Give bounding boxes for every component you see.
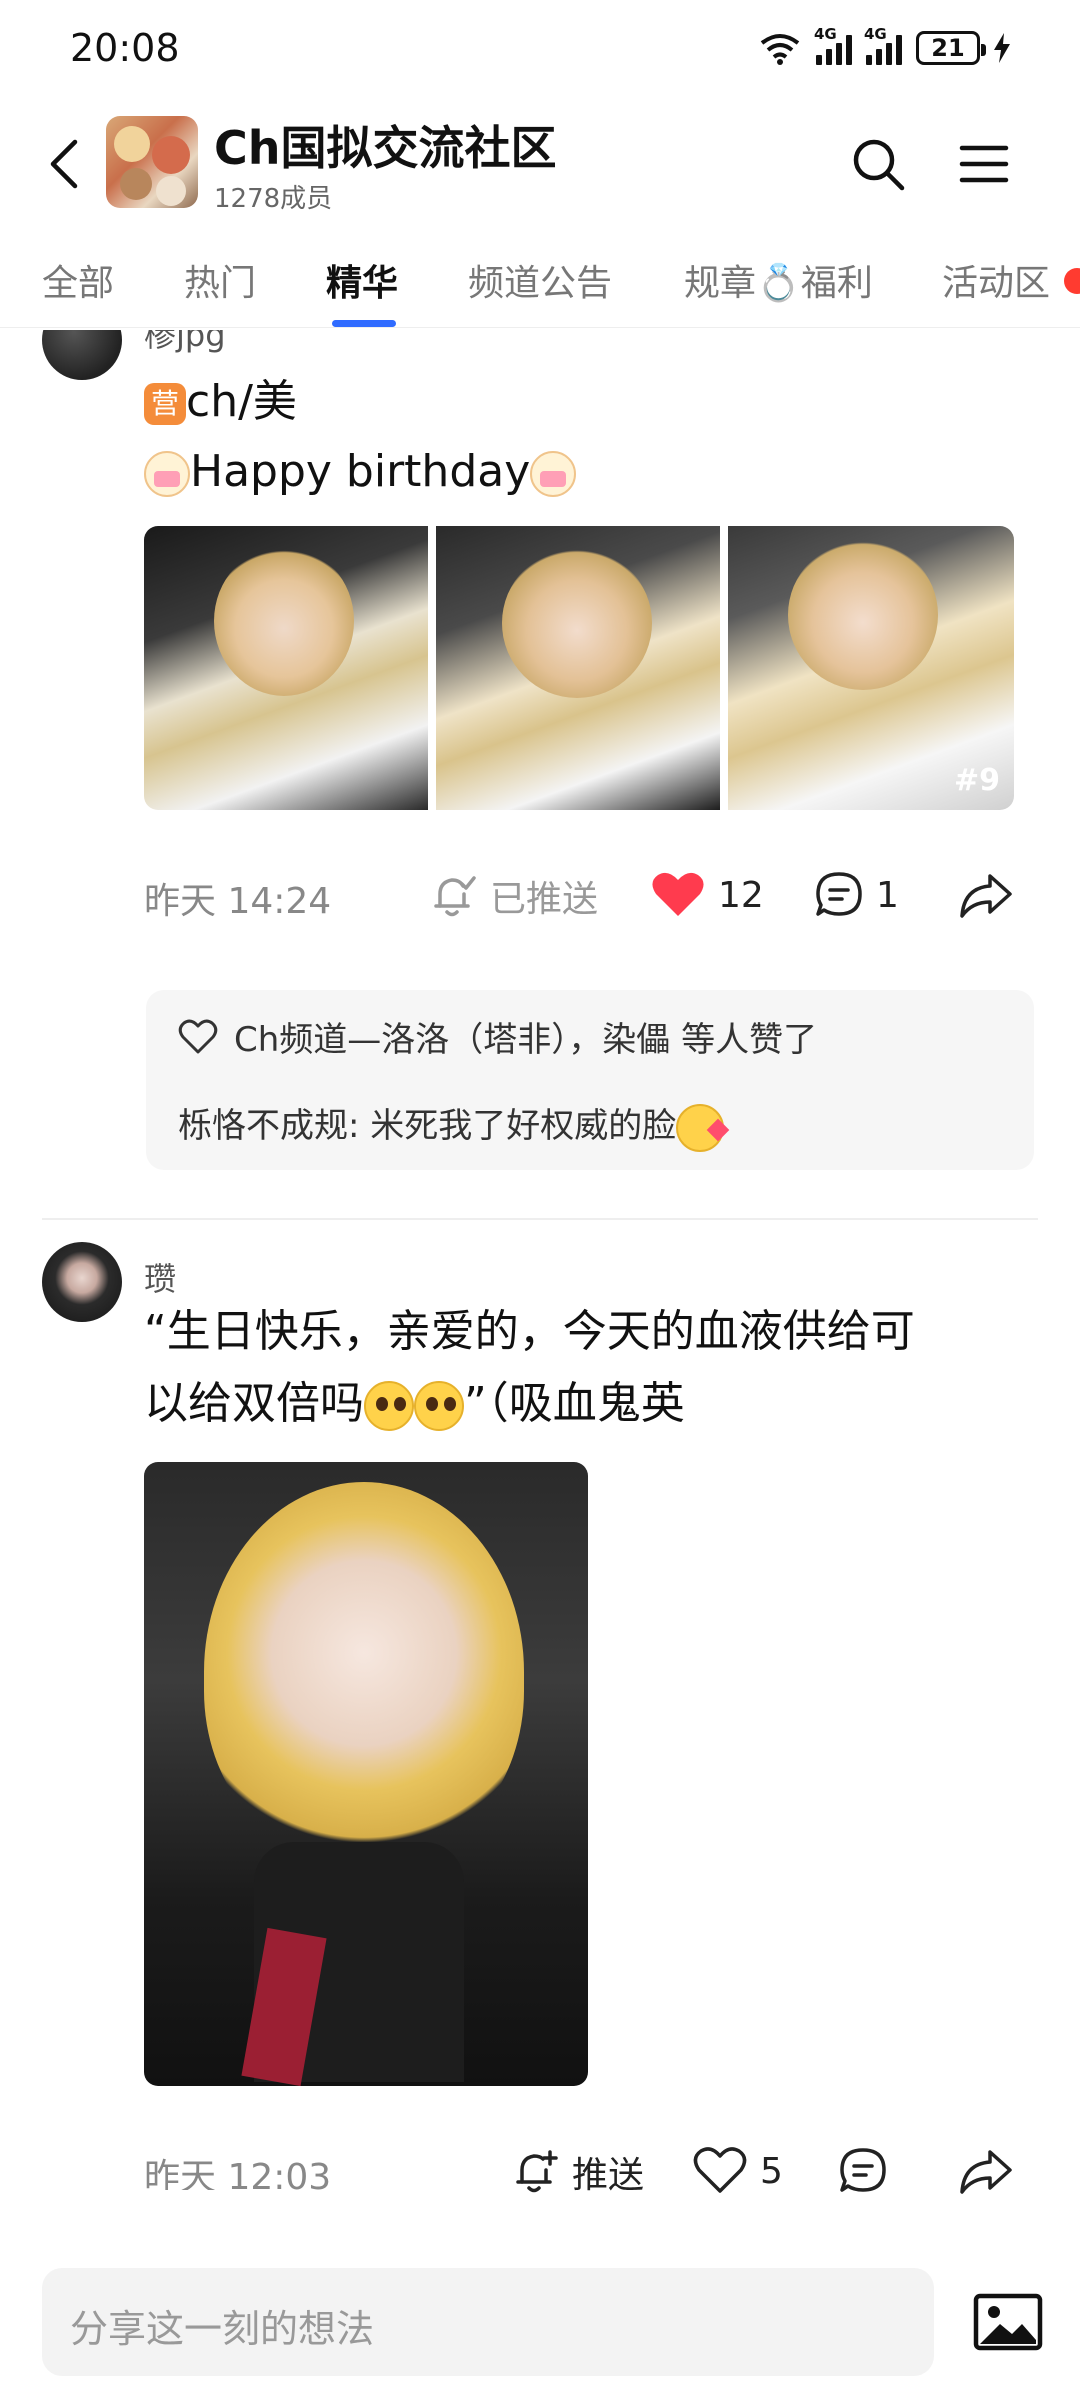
image-icon <box>973 2293 1043 2351</box>
status-bar: 20:08 4G 4G 21 <box>0 0 1080 100</box>
heart-outline-icon <box>178 1019 218 1053</box>
pleading-face-emoji-icon <box>364 1381 414 1431</box>
like-summary-text: Ch频道—洛洛（塔非），染儡 等人赞了 <box>234 1020 818 1060</box>
post-text: 营 ch/美 <box>144 366 297 438</box>
comment-icon <box>816 872 862 916</box>
tab-hot[interactable]: 热门 <box>184 254 256 306</box>
author-name[interactable]: 瓒 <box>144 1254 176 1300</box>
comment-preview[interactable]: 栎恪不成规: 米死我了好权威的脸 <box>178 1098 725 1152</box>
post-text: Happy birthday <box>144 436 577 508</box>
post-line: 以给双倍吗 <box>144 1378 364 1429</box>
post-image[interactable] <box>436 526 720 810</box>
post-line: Happy birthday <box>190 446 531 497</box>
post-time: 昨天 12:03 <box>144 2157 332 2190</box>
cell-signal-label: 4G <box>814 25 837 43</box>
image-upload-button[interactable] <box>972 2292 1044 2352</box>
tab-featured[interactable]: 精华 <box>326 254 398 306</box>
push-label: 推送 <box>572 2155 645 2196</box>
comment-button[interactable] <box>838 2146 888 2196</box>
chevron-left-icon <box>50 139 78 189</box>
menu-button[interactable] <box>948 128 1020 200</box>
post-time: 昨天 14:24 <box>144 881 332 922</box>
post-feed[interactable]: 椮jpg 营 ch/美 Happy birthday #9 昨天 14:24 已推… <box>0 330 1080 2190</box>
like-button[interactable]: 12 <box>650 870 764 920</box>
back-button[interactable] <box>36 134 92 194</box>
tab-all[interactable]: 全部 <box>42 254 114 306</box>
composer-bar: 分享这一刻的想法 <box>0 2196 1080 2400</box>
community-title: Ch国拟交流社区 <box>214 121 557 175</box>
push-button[interactable]: 推送 <box>512 2146 644 2198</box>
status-icons: 4G 4G 21 <box>758 25 1010 68</box>
interaction-summary[interactable]: Ch频道—洛洛（塔非），染儡 等人赞了 栎恪不成规: 米死我了好权威的脸 <box>146 990 1034 1170</box>
comment-preview-text: 栎恪不成规: 米死我了好权威的脸 <box>178 1106 677 1146</box>
pleading-face-emoji-icon <box>414 1381 464 1431</box>
share-icon <box>960 874 1012 918</box>
tab-announcements[interactable]: 频道公告 <box>468 254 612 306</box>
share-button[interactable] <box>958 2146 1014 2196</box>
cake-emoji-icon <box>144 451 190 497</box>
heart-outline-icon <box>693 2147 747 2193</box>
bell-plus-icon <box>516 2150 558 2193</box>
push-status-label: 已推送 <box>490 879 599 920</box>
battery-icon: 21 <box>916 31 986 65</box>
post-line: ”（吸血鬼英 <box>464 1378 685 1429</box>
post-text: 以给双倍吗 ”（吸血鬼英 <box>144 1368 685 1440</box>
post-image[interactable] <box>144 1462 588 2086</box>
push-status[interactable]: 已推送 <box>430 870 598 922</box>
comment-button[interactable]: 1 <box>814 870 899 920</box>
charging-icon <box>994 33 1010 63</box>
comment-count: 1 <box>876 874 899 916</box>
share-button[interactable] <box>958 870 1014 920</box>
share-icon <box>960 2150 1012 2194</box>
post-image[interactable]: #9 <box>728 526 1014 810</box>
hamburger-menu-icon <box>959 145 1009 183</box>
cell-signal-icon: 4G <box>814 25 852 65</box>
search-icon <box>853 139 905 191</box>
like-button[interactable]: 5 <box>692 2146 783 2196</box>
like-count: 12 <box>718 874 764 916</box>
status-time: 20:08 <box>70 26 180 70</box>
like-summary: Ch频道—洛洛（塔非），染儡 等人赞了 <box>178 1012 817 1061</box>
cell-signal-label: 4G <box>864 25 887 43</box>
wifi-icon <box>760 34 800 65</box>
share-thought-input[interactable]: 分享这一刻的想法 <box>42 2268 934 2376</box>
member-count: 1278成员 <box>214 184 333 214</box>
bell-check-icon <box>434 876 476 917</box>
top-app-bar: Ch国拟交流社区 1278成员 <box>0 100 1080 230</box>
tab-rules-benefits[interactable]: 规章💍福利 <box>684 254 873 306</box>
author-avatar[interactable] <box>42 330 122 380</box>
comment-icon <box>840 2148 886 2192</box>
post-line: ch/美 <box>186 376 297 427</box>
kiss-emoji-icon <box>676 1103 725 1152</box>
battery-level: 21 <box>931 34 965 62</box>
post-image[interactable] <box>144 526 428 810</box>
active-tab-indicator <box>332 320 396 327</box>
heart-filled-icon <box>652 872 704 916</box>
author-name[interactable]: 椮jpg <box>144 330 226 356</box>
emoji-icon: 营 <box>144 383 186 425</box>
community-avatar[interactable] <box>106 116 198 208</box>
image-count-badge: #9 <box>953 763 1000 798</box>
tab-activity[interactable]: 活动区 <box>942 254 1050 306</box>
search-button[interactable] <box>842 128 914 200</box>
like-count: 5 <box>760 2150 783 2192</box>
author-avatar[interactable] <box>42 1242 122 1322</box>
post-text: “生日快乐，亲爱的，今天的血液供给可 <box>144 1306 915 1357</box>
post-divider <box>42 1218 1038 1220</box>
cell-signal-icon: 4G <box>864 25 902 65</box>
channel-tabs: 全部 热门 精华 频道公告 规章💍福利 活动区 <box>0 240 1080 328</box>
cake-emoji-icon <box>530 451 577 497</box>
